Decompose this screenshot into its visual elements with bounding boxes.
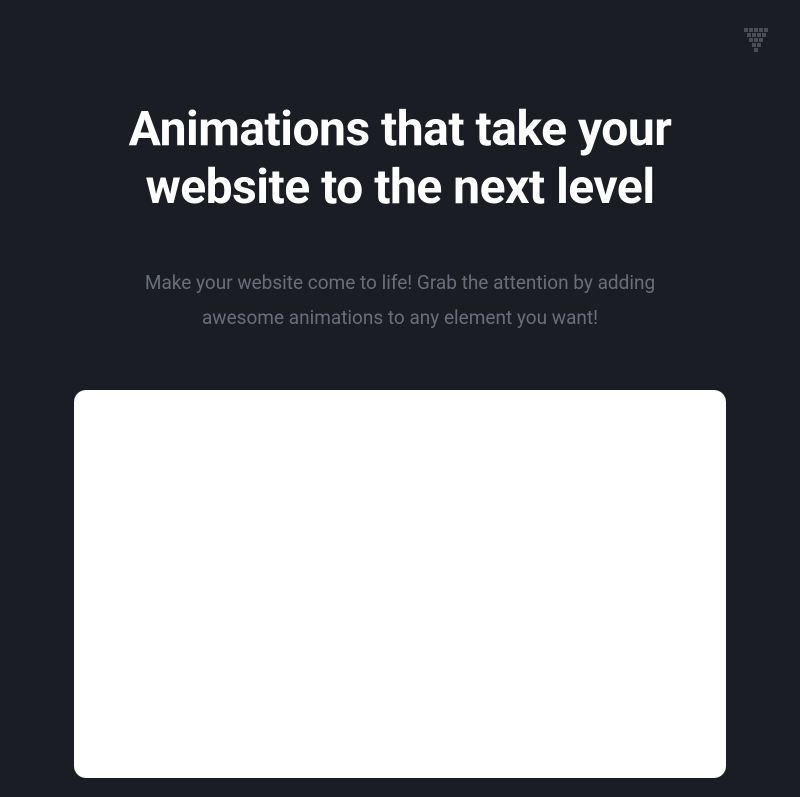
- hero-subheading: Make your website come to life! Grab the…: [74, 265, 726, 335]
- preview-card: [74, 390, 726, 778]
- castle-logo-icon: [744, 28, 768, 54]
- hero-heading: Animations that take your website to the…: [74, 100, 726, 215]
- hero-section: Animations that take your website to the…: [0, 0, 800, 778]
